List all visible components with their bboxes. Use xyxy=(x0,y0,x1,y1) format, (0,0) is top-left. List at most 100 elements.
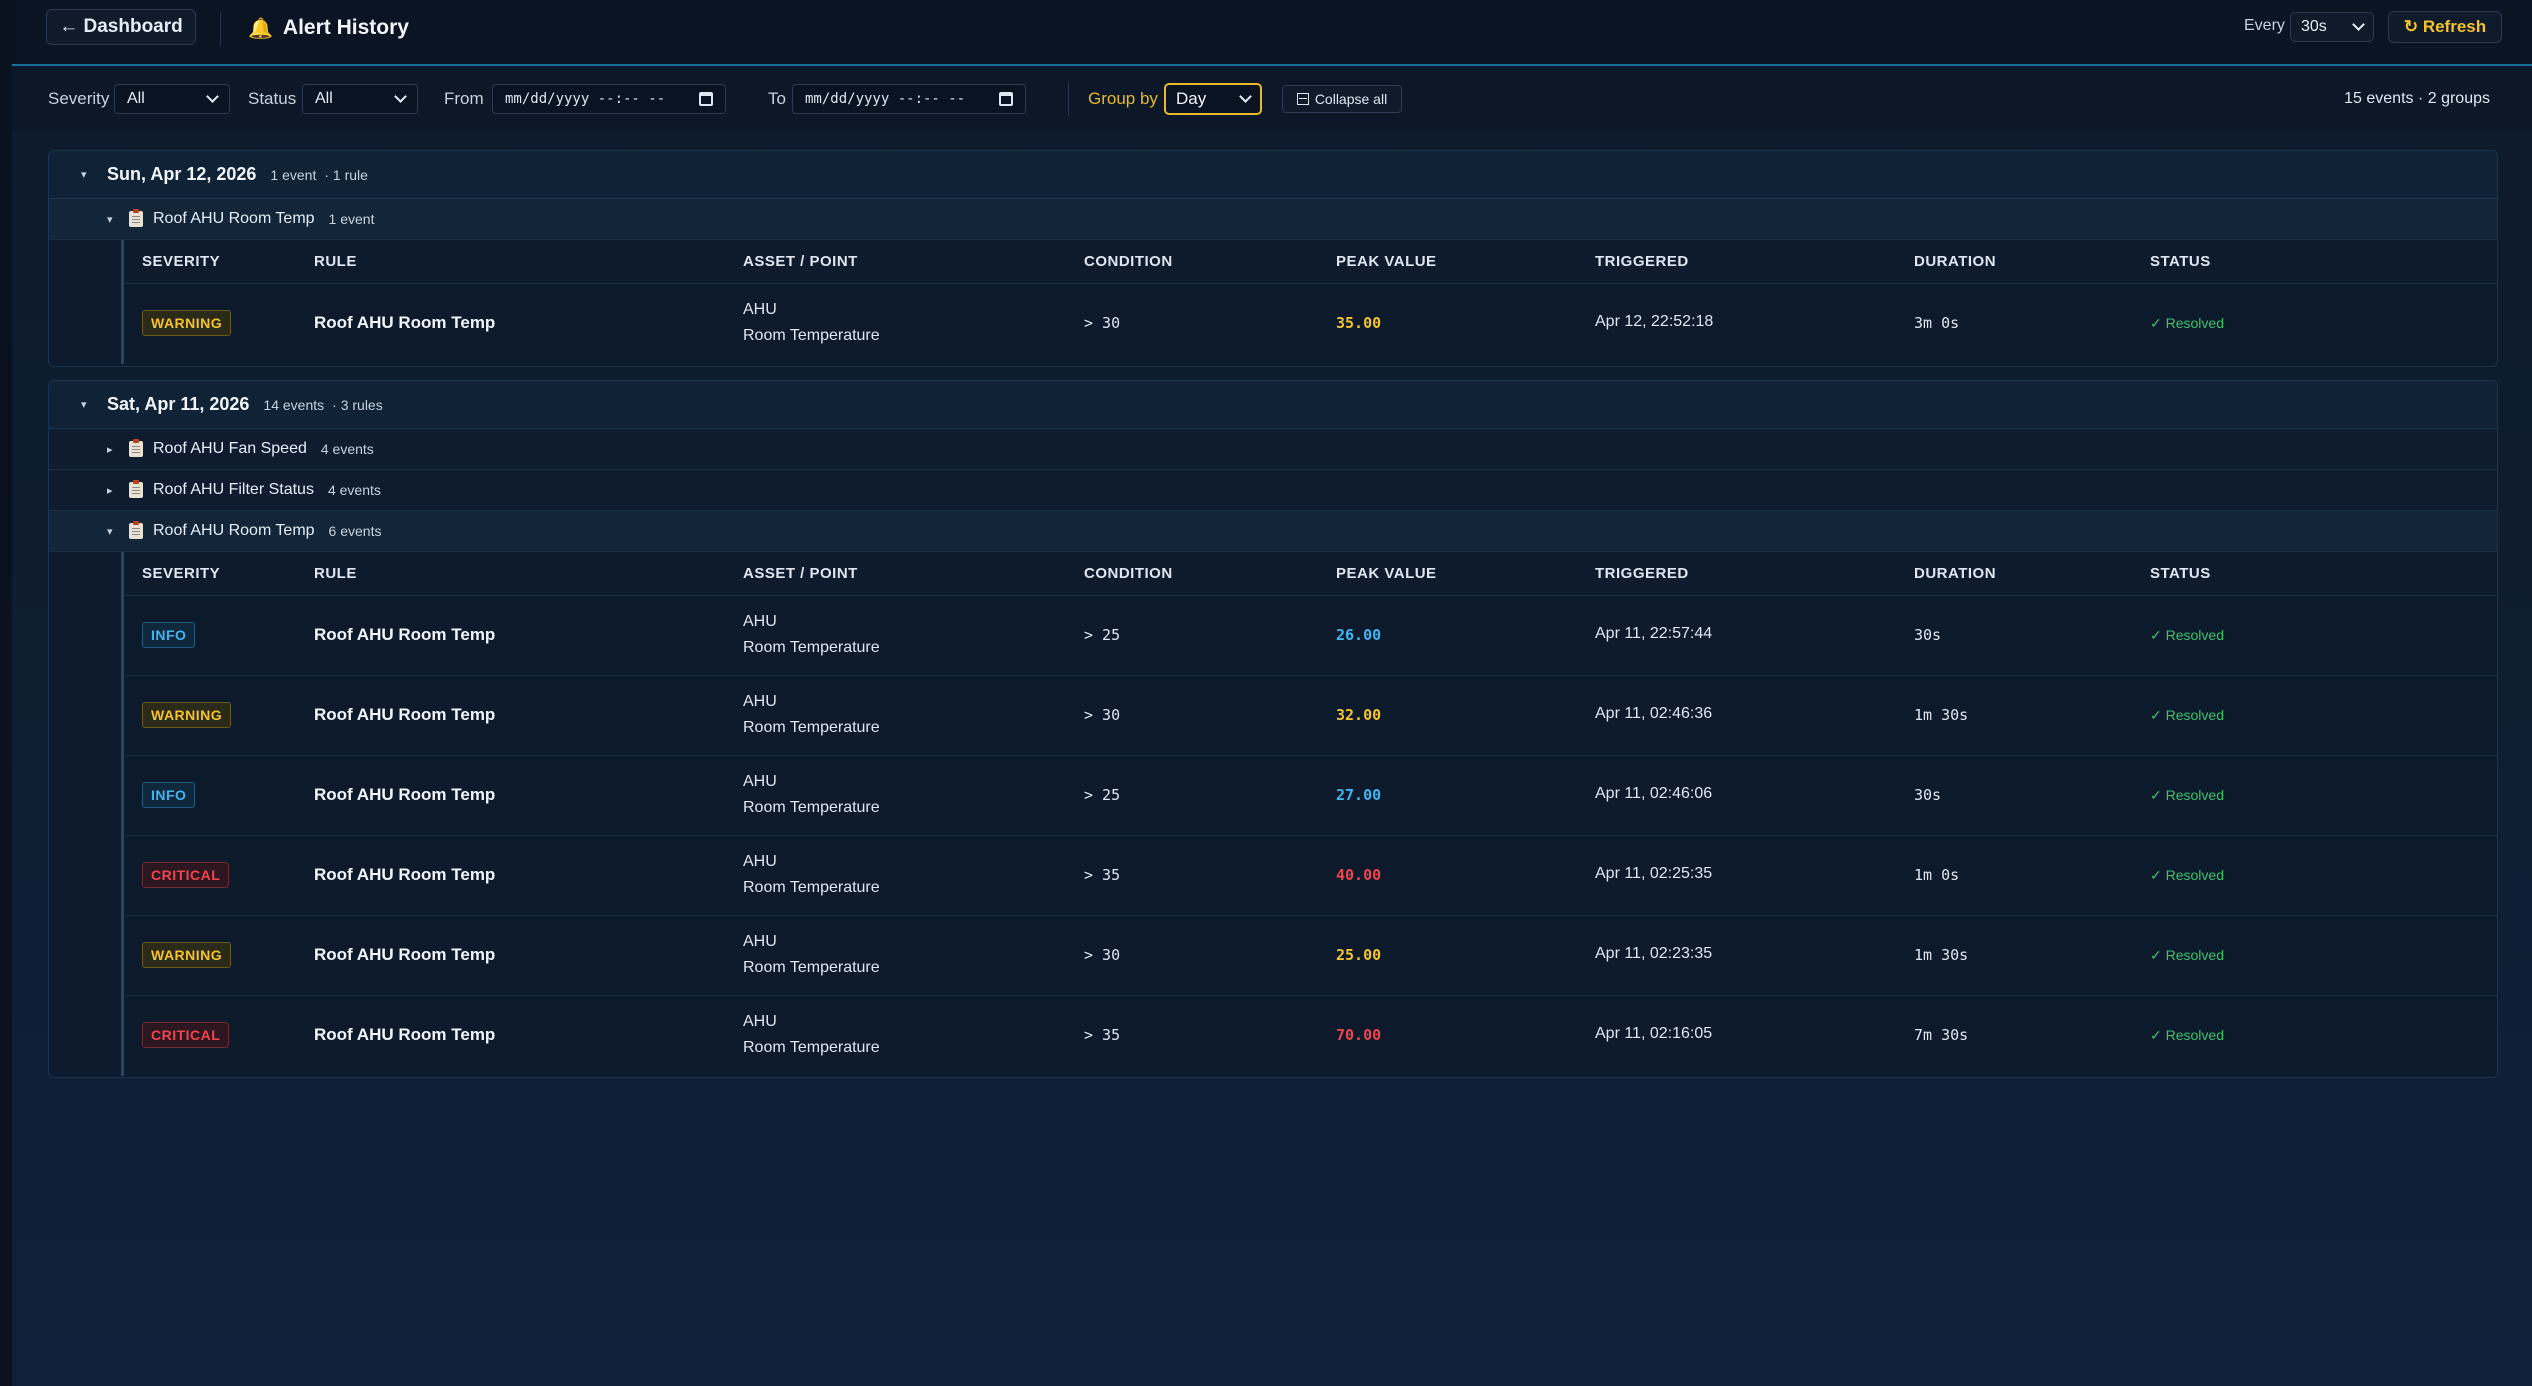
caret-down-icon[interactable]: ▾ xyxy=(107,525,119,538)
refresh-interval-select[interactable]: 30s xyxy=(2290,12,2374,42)
asset-point: AHU Room Temperature xyxy=(743,849,880,901)
events-table: SEVERITY RULE ASSET / POINT CONDITION PE… xyxy=(121,240,2497,364)
rule-subgroup-name: Roof AHU Room Temp xyxy=(153,210,315,227)
point-name: Room Temperature xyxy=(743,1039,880,1056)
filter-divider xyxy=(1068,82,1069,116)
rule-name: Roof AHU Room Temp xyxy=(314,945,496,964)
asset-name: AHU xyxy=(743,693,777,710)
group-by-value: Day xyxy=(1176,89,1207,108)
peak-value: 26.00 xyxy=(1336,626,1382,644)
table-row[interactable]: WARNING Roof AHU Room Temp AHU Room Tempera… xyxy=(124,676,2497,756)
group-event-count: 14 events xyxy=(263,396,325,413)
rule-subgroup-count: 6 events xyxy=(328,523,382,539)
day-group: ▾ Sat, Apr 11, 2026 14 events · 3 rules … xyxy=(48,380,2498,1078)
status-resolved: ✓ Resolved xyxy=(2150,947,2224,963)
status-filter-select[interactable]: All xyxy=(302,84,418,114)
asset-point: AHU Room Temperature xyxy=(743,929,880,981)
caret-right-icon[interactable]: ▸ xyxy=(107,443,119,456)
day-group-header[interactable]: ▾ Sat, Apr 11, 2026 14 events · 3 rules xyxy=(49,381,2497,429)
table-row[interactable]: INFO Roof AHU Room Temp AHU Room Temperatur… xyxy=(124,756,2497,836)
col-peak-value[interactable]: PEAK VALUE xyxy=(1336,565,1437,582)
group-by-select[interactable]: Day xyxy=(1164,83,1262,115)
col-rule[interactable]: RULE xyxy=(314,253,357,270)
clipboard-icon xyxy=(129,480,143,498)
col-status[interactable]: STATUS xyxy=(2150,565,2211,582)
rule-subgroup[interactable]: ▸ Roof AHU Filter Status 4 events xyxy=(49,470,2497,511)
col-condition[interactable]: CONDITION xyxy=(1084,565,1173,582)
caret-right-icon[interactable]: ▸ xyxy=(107,484,119,497)
caret-down-icon[interactable]: ▾ xyxy=(81,398,93,411)
clipboard-icon xyxy=(129,439,143,457)
refresh-button[interactable]: ↻ Refresh xyxy=(2388,11,2502,43)
condition: > 30 xyxy=(1084,946,1121,964)
severity-badge: CRITICAL xyxy=(142,862,230,888)
col-severity[interactable]: SEVERITY xyxy=(142,253,220,270)
caret-down-icon[interactable]: ▾ xyxy=(81,168,93,181)
table-body: WARNING Roof AHU Room Temp AHU Room Tempera… xyxy=(124,284,2497,364)
col-peak-value[interactable]: PEAK VALUE xyxy=(1336,253,1437,270)
col-duration[interactable]: DURATION xyxy=(1914,253,1996,270)
severity-filter-select[interactable]: All xyxy=(114,84,230,114)
clipboard-icon xyxy=(129,521,143,539)
col-severity[interactable]: SEVERITY xyxy=(142,565,220,582)
condition: > 25 xyxy=(1084,626,1121,644)
from-date-label: From xyxy=(444,89,484,108)
table-row[interactable]: WARNING Roof AHU Room Temp AHU Room Tempera… xyxy=(124,284,2497,364)
duration: 1m 30s xyxy=(1914,946,1969,964)
left-gutter xyxy=(0,0,12,1386)
peak-value: 70.00 xyxy=(1336,1026,1382,1044)
severity-badge: CRITICAL xyxy=(142,1022,230,1048)
rule-subgroup-count: 1 event xyxy=(328,211,375,227)
severity-filter-value: All xyxy=(127,90,145,107)
col-status[interactable]: STATUS xyxy=(2150,253,2211,270)
calendar-icon[interactable] xyxy=(699,92,713,106)
rule-subgroup[interactable]: ▸ Roof AHU Fan Speed 4 events xyxy=(49,429,2497,470)
duration: 1m 30s xyxy=(1914,706,1969,724)
status-filter-value: All xyxy=(315,90,333,107)
severity-badge: INFO xyxy=(142,622,196,648)
results-summary: 15 events · 2 groups xyxy=(2344,90,2490,107)
point-name: Room Temperature xyxy=(743,879,880,896)
group-rule-count: · 1 rule xyxy=(324,166,368,183)
table-row[interactable]: INFO Roof AHU Room Temp AHU Room Temperatur… xyxy=(124,596,2497,676)
triggered-time: Apr 12, 22:52:18 xyxy=(1595,313,1714,330)
asset-name: AHU xyxy=(743,853,777,870)
table-row[interactable]: CRITICAL Roof AHU Room Temp AHU Room Temper… xyxy=(124,996,2497,1076)
point-name: Room Temperature xyxy=(743,959,880,976)
to-date-input[interactable]: mm/dd/yyyy --:-- -- xyxy=(792,84,1026,114)
table-row[interactable]: CRITICAL Roof AHU Room Temp AHU Room Temper… xyxy=(124,836,2497,916)
calendar-icon[interactable] xyxy=(999,92,1013,106)
status-resolved: ✓ Resolved xyxy=(2150,627,2224,643)
bell-icon: 🔔 xyxy=(248,17,273,40)
col-asset[interactable]: ASSET / POINT xyxy=(743,565,858,582)
peak-value: 40.00 xyxy=(1336,866,1382,884)
condition: > 35 xyxy=(1084,1026,1121,1044)
col-duration[interactable]: DURATION xyxy=(1914,565,1996,582)
triggered-time: Apr 11, 02:25:35 xyxy=(1595,865,1713,882)
events-table: SEVERITY RULE ASSET / POINT CONDITION PE… xyxy=(121,552,2497,1076)
condition: > 25 xyxy=(1084,786,1121,804)
col-asset[interactable]: ASSET / POINT xyxy=(743,253,858,270)
from-date-input[interactable]: mm/dd/yyyy --:-- -- xyxy=(492,84,726,114)
back-to-dashboard-button[interactable]: ← Dashboard xyxy=(46,9,196,45)
rule-subgroup[interactable]: ▾ Roof AHU Room Temp 1 event xyxy=(49,199,2497,240)
rule-subgroup-name: Roof AHU Filter Status xyxy=(153,481,314,498)
table-row[interactable]: WARNING Roof AHU Room Temp AHU Room Tempera… xyxy=(124,916,2497,996)
rule-name: Roof AHU Room Temp xyxy=(314,625,496,644)
point-name: Room Temperature xyxy=(743,639,880,656)
status-filter-label: Status xyxy=(248,89,297,108)
duration: 30s xyxy=(1914,626,1942,644)
col-triggered[interactable]: TRIGGERED xyxy=(1595,253,1689,270)
asset-point: AHU Room Temperature xyxy=(743,769,880,821)
asset-name: AHU xyxy=(743,1013,777,1030)
col-rule[interactable]: RULE xyxy=(314,565,357,582)
table-header: SEVERITY RULE ASSET / POINT CONDITION PE… xyxy=(124,552,2497,596)
day-group: ▾ Sun, Apr 12, 2026 1 event · 1 rule ▾ R… xyxy=(48,150,2498,367)
caret-down-icon[interactable]: ▾ xyxy=(107,213,119,226)
col-condition[interactable]: CONDITION xyxy=(1084,253,1173,270)
collapse-all-button[interactable]: Collapse all xyxy=(1282,85,1402,113)
day-group-header[interactable]: ▾ Sun, Apr 12, 2026 1 event · 1 rule xyxy=(49,151,2497,199)
col-triggered[interactable]: TRIGGERED xyxy=(1595,565,1689,582)
rule-subgroup[interactable]: ▾ Roof AHU Room Temp 6 events xyxy=(49,511,2497,552)
group-by-label: Group by xyxy=(1088,89,1158,108)
